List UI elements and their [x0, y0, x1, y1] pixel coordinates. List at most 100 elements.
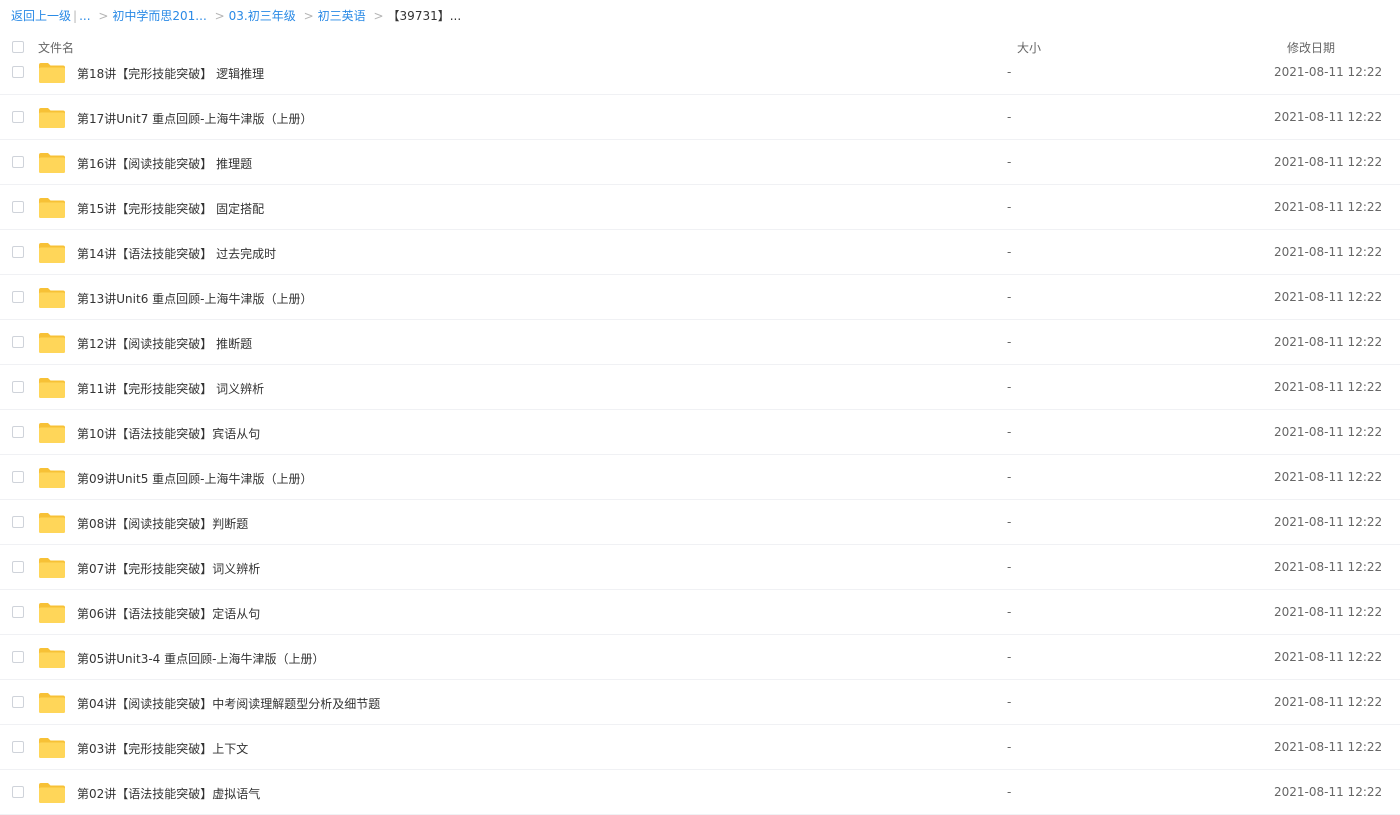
file-date: 2021-08-11 12:22 — [1274, 605, 1383, 619]
row-checkbox[interactable] — [12, 741, 24, 753]
column-header-size[interactable]: 大小 — [1017, 39, 1041, 56]
file-row[interactable]: 第13讲Unit6 重点回顾-上海牛津版（上册） - 2021-08-11 12:2… — [0, 275, 1400, 320]
file-size: - — [1007, 290, 1012, 304]
file-size: - — [1007, 560, 1012, 574]
folder-icon — [39, 783, 65, 803]
file-row[interactable]: 第04讲【阅读技能突破】中考阅读理解题型分析及细节题 - 2021-08-11 12… — [0, 680, 1400, 725]
file-name[interactable]: 第09讲Unit5 重点回顾-上海牛津版（上册） — [77, 470, 312, 487]
breadcrumb-divider: | — [73, 9, 78, 23]
breadcrumb-item[interactable]: 初三英语 — [318, 9, 366, 23]
folder-icon — [39, 153, 65, 173]
file-row[interactable]: 第09讲Unit5 重点回顾-上海牛津版（上册） - 2021-08-11 12:2… — [0, 455, 1400, 500]
row-checkbox[interactable] — [12, 381, 24, 393]
file-date: 2021-08-11 12:22 — [1274, 560, 1383, 574]
file-row[interactable]: 第06讲【语法技能突破】定语从句 - 2021-08-11 12:22 — [0, 590, 1400, 635]
file-row[interactable]: 第07讲【完形技能突破】词义辨析 - 2021-08-11 12:22 — [0, 545, 1400, 590]
row-checkbox[interactable] — [12, 651, 24, 663]
file-date: 2021-08-11 12:22 — [1274, 380, 1383, 394]
file-name[interactable]: 第03讲【完形技能突破】上下文 — [77, 740, 248, 757]
file-date: 2021-08-11 12:22 — [1274, 425, 1383, 439]
chevron-right-icon: > — [373, 9, 384, 23]
file-name[interactable]: 第11讲【完形技能突破】 词义辨析 — [77, 380, 264, 397]
file-name[interactable]: 第05讲Unit3-4 重点回顾-上海牛津版（上册） — [77, 650, 324, 667]
file-date: 2021-08-11 12:22 — [1274, 470, 1383, 484]
chevron-right-icon: > — [98, 9, 109, 23]
row-checkbox[interactable] — [12, 606, 24, 618]
folder-icon — [39, 513, 65, 533]
file-size: - — [1007, 335, 1012, 349]
back-link[interactable]: 返回上一级 — [11, 9, 71, 23]
file-date: 2021-08-11 12:22 — [1274, 740, 1383, 754]
file-row[interactable]: 第16讲【阅读技能突破】 推理题 - 2021-08-11 12:22 — [0, 140, 1400, 185]
folder-icon — [39, 333, 65, 353]
file-size: - — [1007, 65, 1012, 79]
file-name[interactable]: 第12讲【阅读技能突破】 推断题 — [77, 335, 252, 352]
file-size: - — [1007, 605, 1012, 619]
column-header-name[interactable]: 文件名 — [38, 39, 74, 56]
row-checkbox[interactable] — [12, 246, 24, 258]
file-size: - — [1007, 425, 1012, 439]
file-size: - — [1007, 695, 1012, 709]
file-name[interactable]: 第02讲【语法技能突破】虚拟语气 — [77, 785, 260, 802]
select-all-checkbox[interactable] — [12, 41, 24, 53]
file-name[interactable]: 第15讲【完形技能突破】 固定搭配 — [77, 200, 264, 217]
file-name[interactable]: 第07讲【完形技能突破】词义辨析 — [77, 560, 260, 577]
breadcrumb-current: 【39731】... — [387, 9, 462, 23]
file-name[interactable]: 第06讲【语法技能突破】定语从句 — [77, 605, 260, 622]
file-name[interactable]: 第18讲【完形技能突破】 逻辑推理 — [77, 65, 264, 82]
row-checkbox[interactable] — [12, 471, 24, 483]
file-row[interactable]: 第12讲【阅读技能突破】 推断题 - 2021-08-11 12:22 — [0, 320, 1400, 365]
column-header-date[interactable]: 修改日期 — [1287, 39, 1335, 56]
file-row[interactable]: 第11讲【完形技能突破】 词义辨析 - 2021-08-11 12:22 — [0, 365, 1400, 410]
breadcrumb-item[interactable]: 初中学而思201... — [112, 9, 206, 23]
breadcrumb: 返回上一级 |... > 初中学而思201... >03.初三年级 > 初三英语 > 【… — [11, 8, 461, 24]
row-checkbox[interactable] — [12, 516, 24, 528]
file-size: - — [1007, 785, 1012, 799]
file-row[interactable]: 第02讲【语法技能突破】虚拟语气 - 2021-08-11 12:22 — [0, 770, 1400, 815]
row-checkbox[interactable] — [12, 111, 24, 123]
row-checkbox[interactable] — [12, 66, 24, 78]
file-name[interactable]: 第16讲【阅读技能突破】 推理题 — [77, 155, 252, 172]
file-date: 2021-08-11 12:22 — [1274, 290, 1383, 304]
file-date: 2021-08-11 12:22 — [1274, 335, 1383, 349]
file-name[interactable]: 第17讲Unit7 重点回顾-上海牛津版（上册） — [77, 110, 312, 127]
folder-icon — [39, 558, 65, 578]
file-date: 2021-08-11 12:22 — [1274, 65, 1383, 79]
row-checkbox[interactable] — [12, 426, 24, 438]
file-size: - — [1007, 245, 1012, 259]
file-size: - — [1007, 155, 1012, 169]
file-row[interactable]: 第15讲【完形技能突破】 固定搭配 - 2021-08-11 12:22 — [0, 185, 1400, 230]
folder-icon — [39, 108, 65, 128]
row-checkbox[interactable] — [12, 291, 24, 303]
file-size: - — [1007, 380, 1012, 394]
file-row[interactable]: 第03讲【完形技能突破】上下文 - 2021-08-11 12:22 — [0, 725, 1400, 770]
file-date: 2021-08-11 12:22 — [1274, 650, 1383, 664]
chevron-right-icon: > — [303, 9, 314, 23]
row-checkbox[interactable] — [12, 561, 24, 573]
file-date: 2021-08-11 12:22 — [1274, 110, 1383, 124]
file-date: 2021-08-11 12:22 — [1274, 515, 1383, 529]
row-checkbox[interactable] — [12, 696, 24, 708]
file-name[interactable]: 第10讲【语法技能突破】宾语从句 — [77, 425, 260, 442]
file-name[interactable]: 第08讲【阅读技能突破】判断题 — [77, 515, 248, 532]
file-size: - — [1007, 470, 1012, 484]
breadcrumb-ellipsis[interactable]: ... — [79, 9, 90, 23]
file-name[interactable]: 第14讲【语法技能突破】 过去完成时 — [77, 245, 276, 262]
file-row[interactable]: 第17讲Unit7 重点回顾-上海牛津版（上册） - 2021-08-11 12:2… — [0, 95, 1400, 140]
breadcrumb-item[interactable]: 03.初三年级 — [229, 9, 296, 23]
row-checkbox[interactable] — [12, 336, 24, 348]
row-checkbox[interactable] — [12, 786, 24, 798]
file-name[interactable]: 第13讲Unit6 重点回顾-上海牛津版（上册） — [77, 290, 312, 307]
row-checkbox[interactable] — [12, 156, 24, 168]
file-row[interactable]: 第10讲【语法技能突破】宾语从句 - 2021-08-11 12:22 — [0, 410, 1400, 455]
folder-icon — [39, 423, 65, 443]
file-date: 2021-08-11 12:22 — [1274, 155, 1383, 169]
file-date: 2021-08-11 12:22 — [1274, 245, 1383, 259]
file-name[interactable]: 第04讲【阅读技能突破】中考阅读理解题型分析及细节题 — [77, 695, 380, 712]
file-row[interactable]: 第14讲【语法技能突破】 过去完成时 - 2021-08-11 12:22 — [0, 230, 1400, 275]
folder-icon — [39, 738, 65, 758]
file-row[interactable]: 第08讲【阅读技能突破】判断题 - 2021-08-11 12:22 — [0, 500, 1400, 545]
file-row[interactable]: 第05讲Unit3-4 重点回顾-上海牛津版（上册） - 2021-08-11 12… — [0, 635, 1400, 680]
folder-icon — [39, 648, 65, 668]
row-checkbox[interactable] — [12, 201, 24, 213]
